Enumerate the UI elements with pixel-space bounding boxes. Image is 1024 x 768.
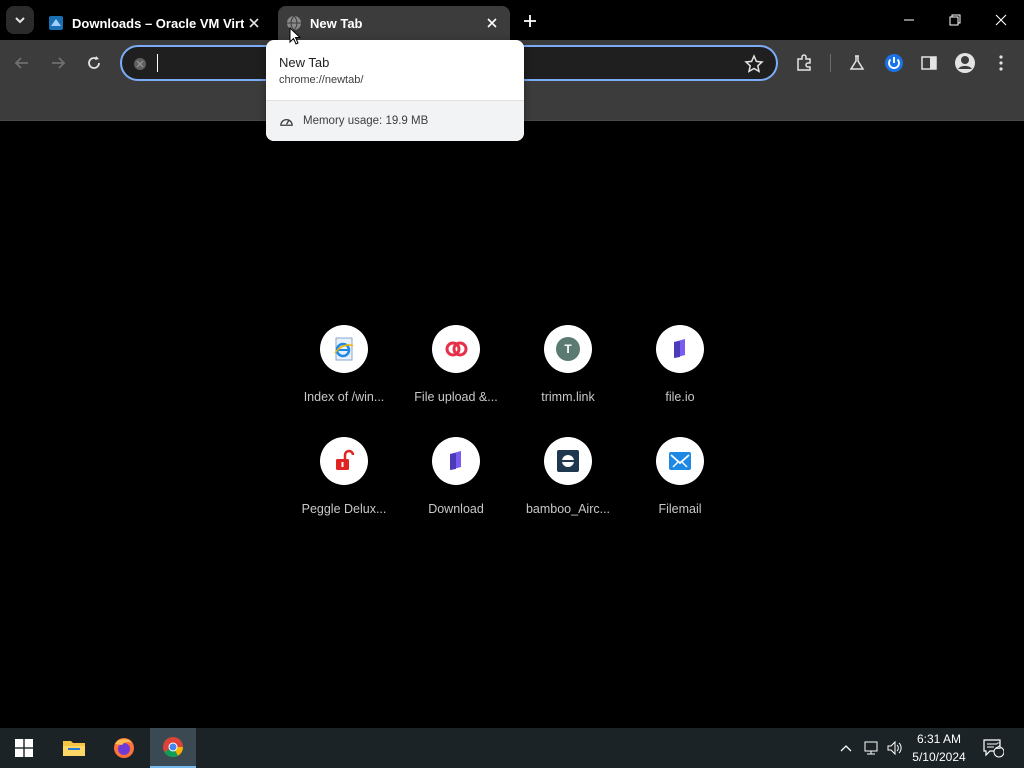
minimize-button[interactable]	[886, 0, 932, 40]
close-icon[interactable]	[244, 13, 264, 33]
tab-strip: Downloads – Oracle VM Virtua New Tab	[0, 0, 1024, 40]
fileio-icon	[674, 339, 685, 358]
hover-card-memory: Memory usage: 19.9 MB	[266, 100, 524, 141]
link-rings-icon	[445, 341, 468, 357]
virtualbox-icon	[49, 16, 63, 30]
shortcut-label: bamboo_Airc...	[525, 502, 611, 516]
clock-date: 5/10/2024	[912, 750, 966, 764]
memory-usage-text: Memory usage: 19.9 MB	[303, 115, 429, 127]
flask-icon	[849, 55, 865, 70]
shortcut-tile[interactable]: T trimm.link	[518, 325, 618, 425]
letter-t-icon: T	[556, 337, 580, 361]
back-button[interactable]	[9, 50, 35, 76]
close-window-button[interactable]	[978, 0, 1024, 40]
letter-t-text: T	[564, 342, 572, 356]
shortcut-label: File upload &...	[414, 390, 498, 404]
search-engine-icon	[134, 58, 146, 70]
chevron-down-icon	[15, 17, 25, 24]
close-icon	[995, 14, 1007, 26]
notification-count: 2	[996, 741, 1002, 751]
hover-card-title: New Tab	[279, 55, 330, 70]
tab-new-tab[interactable]: New Tab	[278, 6, 510, 40]
ie-page-icon	[334, 337, 354, 361]
arrow-right-icon	[52, 57, 66, 69]
puzzle-icon	[797, 54, 811, 71]
tab-hover-card: New Tab chrome://newtab/ Memory usage: 1…	[266, 40, 524, 141]
chevron-up-icon	[840, 745, 852, 752]
network-icon	[864, 741, 878, 755]
clock-time: 6:31 AM	[916, 732, 962, 746]
system-clock[interactable]: 6:31 AM 5/10/2024	[906, 730, 972, 766]
shortcut-tile[interactable]: bamboo_Airc...	[518, 437, 618, 537]
shortcut-tile[interactable]: File upload &...	[406, 325, 506, 425]
chrome-button[interactable]	[150, 728, 196, 768]
file-explorer-button[interactable]	[50, 728, 98, 768]
star-icon[interactable]	[744, 54, 764, 74]
chrome-icon	[163, 737, 184, 758]
power-icon	[885, 54, 903, 72]
toolbar-divider	[830, 54, 831, 72]
shortcut-label: trimm.link	[541, 390, 595, 404]
reload-icon	[88, 56, 100, 69]
show-hidden-icons-button[interactable]	[836, 728, 856, 768]
network-button[interactable]	[860, 728, 882, 768]
shortcut-tile[interactable]: file.io	[630, 325, 730, 425]
profile-button[interactable]	[952, 50, 978, 76]
shortcut-tile[interactable]: Download	[406, 437, 506, 537]
restore-icon	[949, 14, 961, 26]
bamboo-icon	[557, 450, 579, 472]
start-button[interactable]	[0, 728, 48, 768]
restore-button[interactable]	[932, 0, 978, 40]
plus-icon	[524, 15, 536, 27]
extensions-button[interactable]	[791, 50, 817, 76]
text-caret	[157, 54, 158, 72]
notification-center-button[interactable]: 2	[978, 728, 1008, 768]
menu-button[interactable]	[988, 50, 1014, 76]
fileio-icon	[450, 451, 461, 470]
firefox-button[interactable]	[100, 728, 148, 768]
volume-button[interactable]	[884, 728, 906, 768]
shortcut-tile[interactable]: Peggle Delux...	[294, 437, 394, 537]
more-vertical-icon	[999, 55, 1003, 71]
taskbar: 6:31 AM 5/10/2024 2	[0, 728, 1024, 768]
shortcut-label: Peggle Delux...	[301, 502, 387, 516]
tab-search-button[interactable]	[6, 6, 34, 34]
side-panel-button[interactable]	[916, 50, 942, 76]
close-icon[interactable]	[482, 13, 502, 33]
windows-logo-icon	[15, 739, 33, 757]
shortcut-label: file.io	[665, 390, 695, 404]
avatar-icon	[955, 53, 975, 73]
reload-button[interactable]	[81, 50, 107, 76]
shortcut-label: Index of /win...	[303, 390, 385, 404]
new-tab-button[interactable]	[518, 9, 542, 33]
padlock-icon	[336, 449, 355, 470]
shortcut-label: Filemail	[658, 502, 702, 516]
tab-downloads[interactable]: Downloads – Oracle VM Virtua	[40, 6, 272, 40]
minimize-icon	[904, 19, 914, 21]
tab-title: New Tab	[310, 15, 363, 31]
shortcut-tile[interactable]: Index of /win...	[294, 325, 394, 425]
arrow-left-icon	[14, 57, 28, 69]
tab-title: Downloads – Oracle VM Virtua	[72, 15, 244, 31]
shortcut-label: Download	[428, 502, 484, 516]
folder-icon	[63, 741, 85, 756]
hover-card-url: chrome://newtab/	[279, 74, 364, 86]
labs-button[interactable]	[844, 50, 870, 76]
gauge-icon	[280, 119, 293, 126]
firefox-icon	[114, 738, 134, 758]
mouse-pointer-icon	[289, 27, 301, 45]
side-panel-icon	[921, 56, 937, 70]
forward-button[interactable]	[45, 50, 71, 76]
speaker-icon	[887, 740, 902, 756]
shortcut-tile[interactable]: Filemail	[630, 437, 730, 537]
filemail-icon	[669, 452, 691, 470]
extension-power-button[interactable]	[881, 50, 907, 76]
